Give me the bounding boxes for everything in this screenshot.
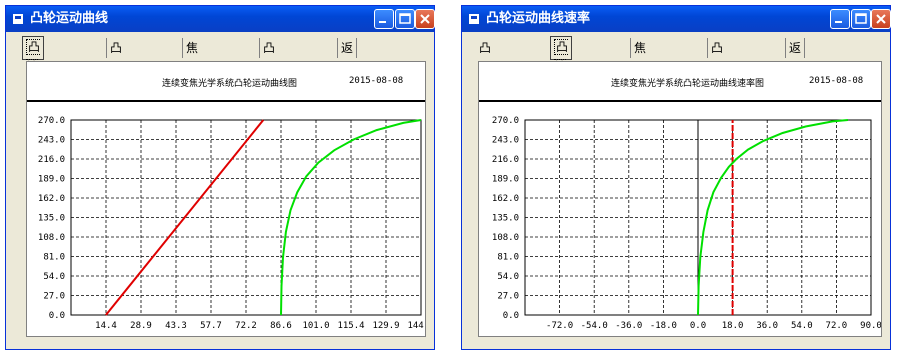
x-tick-label: 54.0 [791, 321, 813, 331]
window-cam-motion-rate: 凸轮运动曲线速率 凸轮运动曲线 凸轮运动速率 焦距变化曲线 凸轮参数数据 返回上… [461, 5, 891, 350]
close-button[interactable] [871, 9, 891, 29]
window-title: 凸轮运动曲线速率 [486, 11, 591, 26]
y-tick-label: 270.0 [492, 116, 519, 126]
x-tick-label: 90.0 [860, 321, 881, 331]
tab-cam-motion-curve[interactable]: 凸轮运动曲线 [22, 36, 45, 155]
x-tick-label: -36.0 [615, 321, 642, 331]
maximize-button[interactable] [395, 9, 415, 29]
y-tick-label: 54.0 [43, 272, 65, 282]
y-tick-label: 243.0 [38, 136, 65, 146]
close-icon [876, 14, 886, 24]
plot-date: 2015-08-08 [349, 76, 404, 86]
plot-title: 连续变焦光学系统凸轮运动曲线图 [162, 79, 298, 89]
tab-cam-parameters[interactable]: 凸轮参数数据 [259, 38, 278, 155]
x-tick-label: 86.6 [270, 321, 292, 331]
app-icon [13, 14, 23, 24]
y-tick-label: 216.0 [492, 155, 519, 165]
maximize-button[interactable] [851, 9, 871, 29]
y-tick-label: 189.0 [492, 175, 519, 185]
y-tick-label: 162.0 [492, 194, 519, 204]
plot-date: 2015-08-08 [809, 76, 864, 86]
chart-panel: 连续变焦光学系统凸轮运动曲线图 2015-08-08 0.0 27.0 54.0 81… [26, 61, 426, 337]
y-tick-label: 162.0 [38, 194, 65, 204]
y-tick-label: 216.0 [38, 155, 65, 165]
tab-return-back[interactable]: 返回上一步 [337, 38, 358, 135]
y-tick-label: 81.0 [43, 253, 65, 263]
close-button[interactable] [415, 9, 435, 29]
y-tick-label: 270.0 [38, 116, 65, 126]
y-tick-label: 108.0 [492, 233, 519, 243]
cam-motion-chart: 0.0 27.0 54.0 81.0 108.0 135.0 162.0 189.0 216.0… [38, 116, 425, 331]
y-tick-label: 81.0 [497, 253, 519, 263]
y-tick-label: 54.0 [497, 272, 519, 282]
app-icon [469, 14, 479, 24]
y-tick-label: 27.0 [497, 292, 519, 302]
x-tick-label: 14.4 [95, 321, 117, 331]
tab-cam-motion-rate[interactable]: 凸轮运动速率 [550, 36, 573, 155]
tab-cam-parameters[interactable]: 凸轮参数数据 [707, 38, 726, 155]
x-tick-label: -72.0 [546, 321, 573, 331]
plot-header: 连续变焦光学系统凸轮运动曲线图 2015-08-08 [27, 62, 425, 102]
cam-rate-chart: 0.0 27.0 54.0 81.0 108.0 135.0 162.0 189.0 216.0… [492, 116, 881, 331]
plot-header: 连续变焦光学系统凸轮运动曲线速率图 2015-08-08 [479, 62, 881, 102]
y-tick-label: 189.0 [38, 175, 65, 185]
x-tick-label: 72.0 [826, 321, 848, 331]
x-tick-label: 144.3 [407, 321, 425, 331]
x-tick-label: 43.3 [165, 321, 187, 331]
x-tick-label: 129.9 [372, 321, 399, 331]
x-tick-label: 0.0 [690, 321, 706, 331]
x-tick-label: 101.0 [302, 321, 329, 331]
tab-focal-change-curve[interactable]: 焦距变化曲线 [182, 38, 201, 155]
tab-return-back[interactable]: 返回上一步 [785, 38, 806, 135]
minimize-icon [379, 21, 386, 23]
y-tick-label: 108.0 [38, 233, 65, 243]
x-tick-label: 18.0 [722, 321, 744, 331]
close-icon [420, 14, 430, 24]
tab-cam-motion-rate[interactable]: 凸轮运动速率 [106, 38, 125, 155]
window-title: 凸轮运动曲线 [30, 11, 109, 26]
x-tick-label: -18.0 [650, 321, 677, 331]
x-tick-label: -54.0 [581, 321, 608, 331]
x-tick-label: 72.2 [235, 321, 257, 331]
y-tick-label: 243.0 [492, 136, 519, 146]
tab-focal-change-curve[interactable]: 焦距变化曲线 [630, 38, 649, 155]
x-tick-label: 57.7 [200, 321, 222, 331]
window-cam-motion-curve: 凸轮运动曲线 凸轮运动曲线 凸轮运动速率 焦距变化曲线 凸轮参数数据 返回上一步… [5, 5, 435, 350]
y-tick-label: 27.0 [43, 292, 65, 302]
minimize-button[interactable] [830, 9, 850, 29]
minimize-icon [835, 21, 842, 23]
maximize-icon [399, 13, 411, 24]
plot-title: 连续变焦光学系统凸轮运动曲线速率图 [611, 79, 765, 89]
title-bar[interactable]: 凸轮运动曲线速率 [462, 6, 891, 32]
series-line-0 [105, 119, 265, 316]
x-tick-label: 115.4 [337, 321, 364, 331]
x-tick-label: 28.9 [130, 321, 152, 331]
x-tick-label: 36.0 [756, 321, 778, 331]
y-tick-label: 0.0 [49, 311, 65, 321]
chart-panel: 连续变焦光学系统凸轮运动曲线速率图 2015-08-08 0.0 27.0 54.0… [478, 61, 882, 337]
y-tick-label: 135.0 [38, 214, 65, 224]
title-bar[interactable]: 凸轮运动曲线 [6, 6, 435, 32]
minimize-button[interactable] [374, 9, 394, 29]
y-tick-label: 135.0 [492, 214, 519, 224]
maximize-icon [855, 13, 867, 24]
tab-cam-motion-curve[interactable]: 凸轮运动曲线 [476, 38, 494, 155]
y-tick-label: 0.0 [503, 311, 519, 321]
